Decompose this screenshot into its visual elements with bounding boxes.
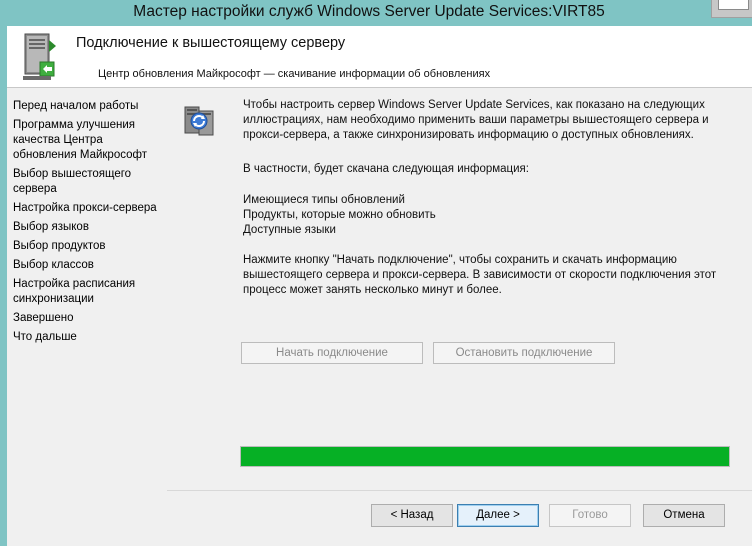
sidebar-item-classifications[interactable]: Выбор классов	[13, 258, 164, 273]
sidebar-item-languages[interactable]: Выбор языков	[13, 220, 164, 235]
stop-connection-button[interactable]: Остановить подключение	[433, 342, 615, 364]
progress-fill	[241, 447, 729, 466]
sidebar-item-products[interactable]: Выбор продуктов	[13, 239, 164, 254]
close-icon	[718, 0, 749, 10]
page-title: Подключение к вышестоящему серверу	[76, 35, 346, 51]
list-item: Доступные языки	[243, 224, 336, 236]
start-connection-button[interactable]: Начать подключение	[241, 342, 423, 364]
progress-bar	[240, 446, 730, 467]
intro-text: Чтобы настроить сервер Windows Server Up…	[243, 99, 709, 141]
sidebar-item-upstream-server[interactable]: Выбор вышестоящего сервера	[13, 167, 164, 197]
cancel-button[interactable]: Отмена	[643, 504, 725, 527]
sidebar-item-before-start[interactable]: Перед началом работы	[13, 99, 164, 114]
title-bar[interactable]: Мастер настройки служб Windows Server Up…	[0, 0, 752, 26]
sidebar-item-whats-next[interactable]: Что дальше	[13, 330, 164, 345]
wizard-main-panel: Чтобы настроить сервер Windows Server Up…	[167, 89, 752, 490]
page-subtitle: Центр обновления Майкрософт — скачивание…	[98, 68, 491, 80]
sidebar-item-sync-schedule[interactable]: Настройка расписания синхронизации	[13, 277, 164, 307]
server-sync-icon	[184, 106, 214, 136]
list-item: Продукты, которые можно обновить	[243, 209, 436, 221]
sidebar-item-finished[interactable]: Завершено	[13, 311, 164, 326]
particular-text: В частности, будет скачана следующая инф…	[243, 163, 529, 175]
sidebar-item-proxy[interactable]: Настройка прокси-сервера	[13, 201, 164, 216]
back-button[interactable]: < Назад	[371, 504, 453, 527]
window-title: Мастер настройки служб Windows Server Up…	[133, 3, 605, 20]
sidebar-item-improvement-program[interactable]: Программа улучшения качества Центра обно…	[13, 118, 164, 163]
instruction-text: Нажмите кнопку "Начать подключение", что…	[243, 254, 717, 296]
wizard-steps-sidebar: Перед началом работы Программа улучшения…	[7, 89, 164, 546]
next-button[interactable]: Далее >	[457, 504, 539, 527]
footer-divider	[167, 490, 752, 491]
info-list: Имеющиеся типы обновлений Продукты, кото…	[243, 193, 743, 238]
server-upload-icon	[23, 33, 56, 80]
wizard-header: Подключение к вышестоящему серверу Центр…	[7, 26, 752, 88]
finish-button[interactable]: Готово	[549, 504, 631, 527]
close-button[interactable]	[711, 0, 752, 18]
list-item: Имеющиеся типы обновлений	[243, 194, 405, 206]
wizard-window: Мастер настройки служб Windows Server Up…	[0, 0, 752, 546]
wizard-client: Подключение к вышестоящему серверу Центр…	[7, 26, 752, 546]
